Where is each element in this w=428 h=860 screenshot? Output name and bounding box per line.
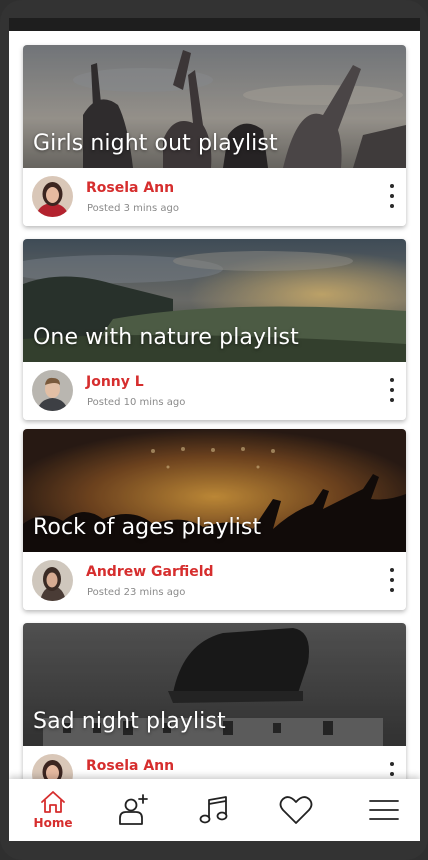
card-footer: Rosela Ann Posted 3 mins ago [23, 168, 406, 226]
nav-add-friend[interactable] [92, 779, 174, 841]
author-name[interactable]: Jonny L [86, 374, 144, 390]
avatar[interactable] [32, 560, 73, 601]
home-icon [41, 791, 65, 813]
menu-icon [369, 800, 399, 820]
card-title: Sad night playlist [33, 709, 226, 734]
card-cover-image: Rock of ages playlist [23, 429, 406, 552]
playlist-card[interactable]: One with nature playlist Jonny L Posted … [23, 239, 406, 420]
nav-menu[interactable] [343, 779, 420, 841]
nav-music[interactable] [173, 779, 255, 841]
posted-time: Posted 10 mins ago [87, 397, 186, 408]
card-title: Rock of ages playlist [33, 515, 262, 540]
posted-time: Posted 23 mins ago [87, 587, 186, 598]
heart-icon [279, 796, 313, 824]
author-name[interactable]: Rosela Ann [86, 180, 174, 196]
card-footer: Jonny L Posted 10 mins ago [23, 362, 406, 420]
feed-screen[interactable]: Girls night out playlist Rosela Ann Post… [9, 31, 420, 841]
nav-favorites[interactable] [255, 779, 337, 841]
nav-home[interactable]: Home [12, 779, 94, 841]
playlist-card[interactable]: Rock of ages playlist Andrew Garfield Po… [23, 429, 406, 610]
phone-frame: Girls night out playlist Rosela Ann Post… [0, 0, 428, 860]
card-cover-image: Sad night playlist [23, 623, 406, 746]
author-name[interactable]: Rosela Ann [86, 758, 174, 774]
more-options-icon[interactable] [386, 378, 398, 402]
more-options-icon[interactable] [386, 184, 398, 208]
playlist-card[interactable]: Sad night playlist Rosela Ann [23, 623, 406, 804]
status-bar [9, 18, 420, 31]
bottom-nav-bar: Home [9, 779, 420, 841]
author-name[interactable]: Andrew Garfield [86, 564, 214, 580]
card-title: Girls night out playlist [33, 131, 278, 156]
more-options-icon[interactable] [386, 568, 398, 592]
card-cover-image: Girls night out playlist [23, 45, 406, 168]
card-footer: Andrew Garfield Posted 23 mins ago [23, 552, 406, 610]
card-title: One with nature playlist [33, 325, 299, 350]
avatar[interactable] [32, 176, 73, 217]
playlist-card[interactable]: Girls night out playlist Rosela Ann Post… [23, 45, 406, 226]
nav-home-label: Home [33, 816, 73, 830]
add-friend-icon [119, 794, 148, 825]
avatar[interactable] [32, 370, 73, 411]
card-cover-image: One with nature playlist [23, 239, 406, 362]
music-note-icon [199, 796, 228, 824]
posted-time: Posted 3 mins ago [87, 203, 179, 214]
